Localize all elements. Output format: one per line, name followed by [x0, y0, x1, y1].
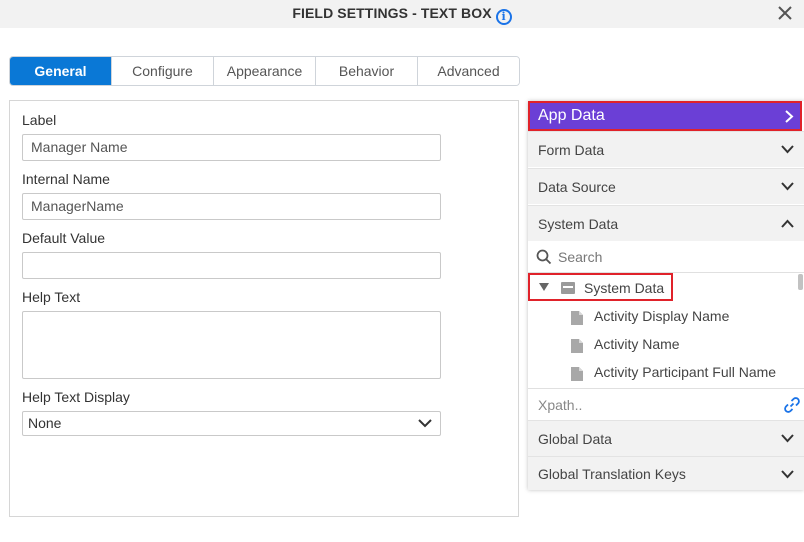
global-data-label: Global Data — [538, 431, 612, 447]
document-icon — [571, 367, 583, 381]
chevron-down-icon — [781, 182, 794, 191]
expand-triangle-icon[interactable] — [539, 283, 549, 291]
tree-item-label: Activity Participant Full Name — [594, 364, 777, 380]
dialog-titlebar: FIELD SETTINGS - TEXT BOX i — [0, 0, 804, 28]
tree-root-system-data[interactable]: System Data — [528, 273, 673, 301]
chevron-down-icon — [781, 434, 794, 443]
tab-advanced[interactable]: Advanced — [417, 57, 519, 85]
app-data-label: App Data — [538, 107, 605, 124]
data-source-label: Data Source — [538, 179, 616, 195]
chevron-right-icon — [785, 110, 794, 123]
data-source-accordion[interactable]: Data Source — [528, 168, 804, 204]
default-value-label: Default Value — [22, 230, 106, 246]
label-input[interactable]: Manager Name — [22, 134, 441, 161]
link-icon[interactable] — [783, 396, 801, 414]
search-icon — [536, 249, 552, 265]
internal-name-input[interactable]: ManagerName — [22, 193, 441, 220]
help-text-display-value: None — [28, 415, 62, 431]
tree-item-label: Activity Display Name — [594, 308, 730, 324]
system-data-tree: System Data Activity Display Name Activi… — [528, 273, 804, 388]
help-text-display-label: Help Text Display — [22, 389, 130, 405]
internal-name-label: Internal Name — [22, 171, 110, 187]
system-data-accordion[interactable]: System Data — [528, 205, 804, 241]
system-data-label: System Data — [538, 216, 619, 232]
tree-scrollbar[interactable] — [798, 274, 803, 290]
general-form-panel: Label Manager Name Internal Name Manager… — [9, 100, 519, 517]
search-placeholder: Search — [558, 249, 603, 265]
form-data-accordion[interactable]: Form Data — [528, 131, 804, 167]
global-translation-keys-label: Global Translation Keys — [538, 466, 686, 482]
info-icon[interactable]: i — [495, 9, 512, 25]
global-translation-keys-accordion[interactable]: Global Translation Keys — [528, 456, 804, 490]
default-value-input[interactable] — [22, 252, 441, 279]
tree-root-label: System Data — [584, 280, 665, 296]
tree-item-label: Activity Name — [594, 336, 680, 352]
help-text-label: Help Text — [22, 289, 81, 305]
tab-general[interactable]: General — [10, 57, 111, 85]
folder-icon — [561, 282, 575, 294]
form-data-label: Form Data — [538, 142, 605, 158]
system-data-search[interactable]: Search — [528, 242, 804, 273]
chevron-down-icon — [781, 145, 794, 154]
global-data-accordion[interactable]: Global Data — [528, 420, 804, 456]
data-picker-panel: App Data Form Data Data Source System Da… — [528, 101, 804, 490]
document-icon — [571, 339, 583, 353]
chevron-down-icon — [781, 470, 794, 479]
help-text-textarea[interactable] — [22, 311, 441, 379]
label-field-label: Label — [22, 112, 57, 128]
chevron-up-icon — [781, 219, 794, 228]
chevron-down-icon — [418, 419, 432, 428]
tab-behavior[interactable]: Behavior — [315, 57, 417, 85]
settings-tabs: General Configure Appearance Behavior Ad… — [9, 56, 520, 86]
dialog-title-wrap: FIELD SETTINGS - TEXT BOX i — [0, 5, 804, 25]
close-icon[interactable] — [776, 4, 794, 22]
xpath-placeholder: Xpath.. — [538, 397, 583, 413]
tab-configure[interactable]: Configure — [111, 57, 213, 85]
dialog-title: FIELD SETTINGS - TEXT BOX — [292, 5, 492, 21]
help-text-display-select[interactable]: None — [22, 411, 441, 436]
xpath-field[interactable]: Xpath.. — [528, 388, 804, 420]
tab-appearance[interactable]: Appearance — [213, 57, 315, 85]
app-data-header[interactable]: App Data — [528, 101, 802, 131]
document-icon — [571, 311, 583, 325]
